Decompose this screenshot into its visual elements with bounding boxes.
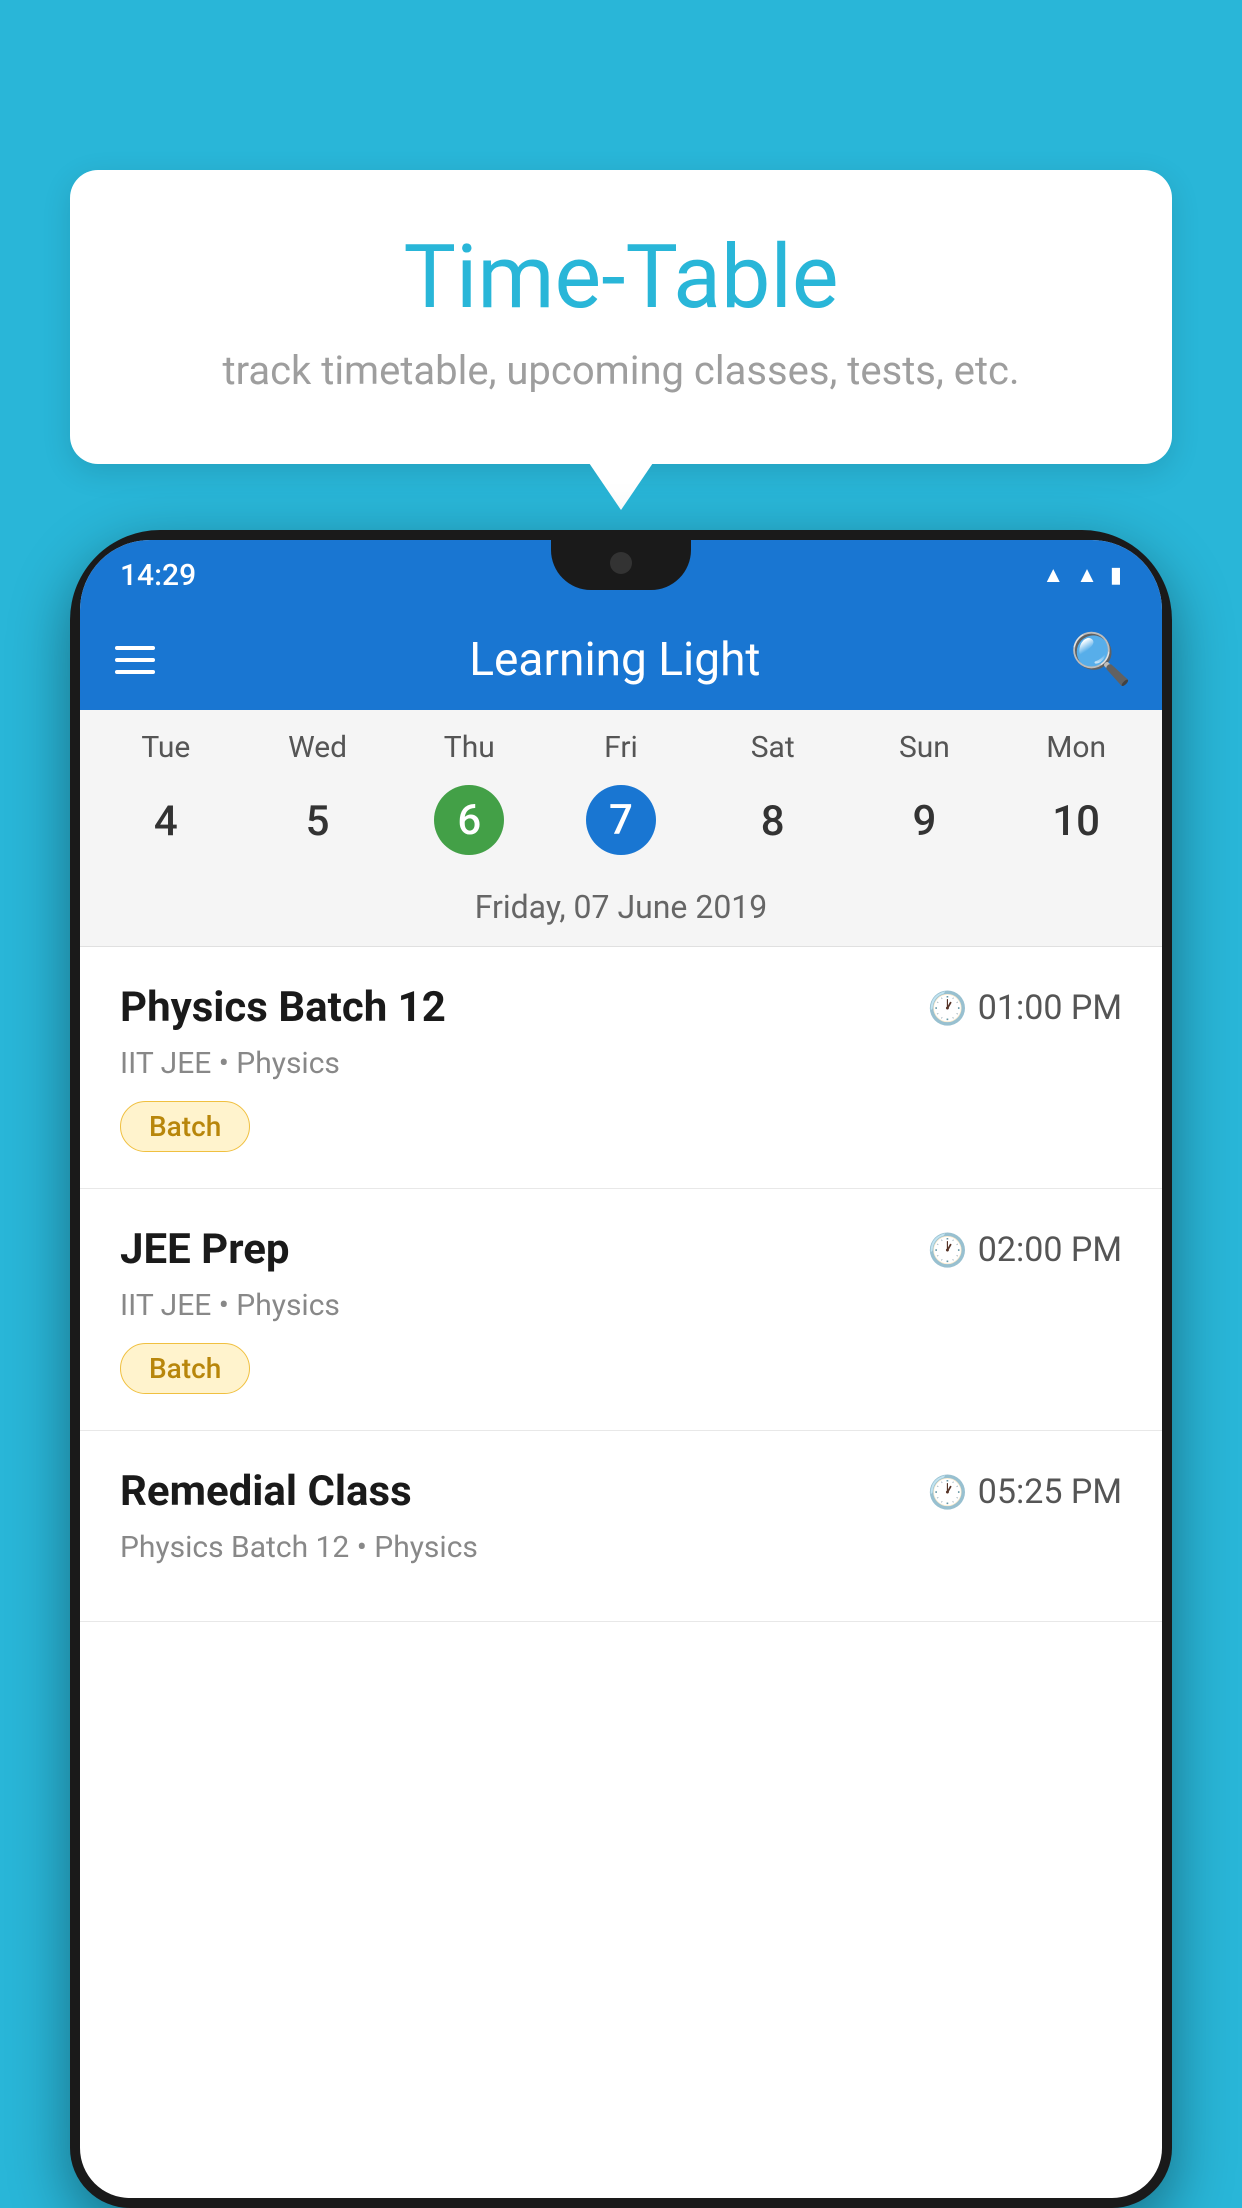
schedule-item-3-header: Remedial Class 🕐 05:25 PM (120, 1467, 1122, 1516)
date-4[interactable]: 4 (90, 785, 242, 858)
day-thu[interactable]: Thu (393, 730, 545, 765)
day-sun[interactable]: Sun (849, 730, 1001, 765)
battery-icon (1110, 563, 1122, 588)
schedule-item-2-header: JEE Prep 🕐 02:00 PM (120, 1225, 1122, 1274)
tooltip-subtitle: track timetable, upcoming classes, tests… (120, 347, 1122, 394)
date-6-today[interactable]: 6 (434, 785, 504, 855)
app-topbar: Learning Light 🔍 (80, 610, 1162, 710)
schedule-item-3-subtitle: Physics Batch 12 • Physics (120, 1530, 1122, 1565)
schedule-item-1-header: Physics Batch 12 🕐 01:00 PM (120, 983, 1122, 1032)
schedule-item-3-time-text: 05:25 PM (978, 1472, 1122, 1512)
schedule-item-2-time: 🕐 02:00 PM (928, 1230, 1122, 1270)
schedule-list: Physics Batch 12 🕐 01:00 PM IIT JEE • Ph… (80, 947, 1162, 1622)
schedule-item-1[interactable]: Physics Batch 12 🕐 01:00 PM IIT JEE • Ph… (80, 947, 1162, 1189)
schedule-item-2-subtitle: IIT JEE • Physics (120, 1288, 1122, 1323)
clock-icon-2: 🕐 (928, 1231, 968, 1269)
phone-frame: 14:29 Learning Light 🔍 (70, 530, 1172, 2208)
schedule-item-1-time-text: 01:00 PM (978, 988, 1122, 1028)
schedule-item-2-badge: Batch (120, 1343, 250, 1394)
schedule-item-1-title: Physics Batch 12 (120, 983, 446, 1032)
schedule-item-3-time: 🕐 05:25 PM (928, 1472, 1122, 1512)
day-mon[interactable]: Mon (1000, 730, 1152, 765)
tooltip-card: Time-Table track timetable, upcoming cla… (70, 170, 1172, 464)
phone-camera (610, 552, 632, 574)
date-9[interactable]: 9 (849, 785, 1001, 858)
schedule-item-1-badge: Batch (120, 1101, 250, 1152)
phone-screen: 14:29 Learning Light 🔍 (80, 540, 1162, 2198)
dates-row: 4 5 6 7 8 9 10 (80, 775, 1162, 878)
day-wed[interactable]: Wed (242, 730, 394, 765)
schedule-item-2[interactable]: JEE Prep 🕐 02:00 PM IIT JEE • Physics Ba… (80, 1189, 1162, 1431)
day-fri[interactable]: Fri (545, 730, 697, 765)
phone-inner: 14:29 Learning Light 🔍 (80, 540, 1162, 2198)
calendar-section: Tue Wed Thu Fri Sat Sun Mon 4 5 6 7 8 9 … (80, 710, 1162, 947)
date-8[interactable]: 8 (697, 785, 849, 858)
clock-icon-1: 🕐 (928, 989, 968, 1027)
status-icons (1042, 562, 1122, 588)
phone-notch (551, 540, 691, 590)
date-7-selected[interactable]: 7 (586, 785, 656, 855)
schedule-item-2-time-text: 02:00 PM (978, 1230, 1122, 1270)
search-icon[interactable]: 🔍 (1070, 631, 1132, 689)
clock-icon-3: 🕐 (928, 1473, 968, 1511)
schedule-item-1-time: 🕐 01:00 PM (928, 988, 1122, 1028)
schedule-item-2-title: JEE Prep (120, 1225, 290, 1274)
current-date-label: Friday, 07 June 2019 (80, 878, 1162, 947)
schedule-item-1-subtitle: IIT JEE • Physics (120, 1046, 1122, 1081)
schedule-item-3-title: Remedial Class (120, 1467, 412, 1516)
app-title: Learning Light (190, 633, 1040, 687)
date-10[interactable]: 10 (1000, 785, 1152, 858)
signal-icon (1076, 562, 1098, 588)
hamburger-icon[interactable] (110, 641, 160, 679)
days-header: Tue Wed Thu Fri Sat Sun Mon (80, 710, 1162, 775)
tooltip-title: Time-Table (120, 230, 1122, 327)
status-bar: 14:29 (80, 540, 1162, 610)
day-sat[interactable]: Sat (697, 730, 849, 765)
wifi-icon (1042, 562, 1064, 588)
date-5[interactable]: 5 (242, 785, 394, 858)
day-tue[interactable]: Tue (90, 730, 242, 765)
status-time: 14:29 (120, 558, 196, 593)
schedule-item-3[interactable]: Remedial Class 🕐 05:25 PM Physics Batch … (80, 1431, 1162, 1622)
